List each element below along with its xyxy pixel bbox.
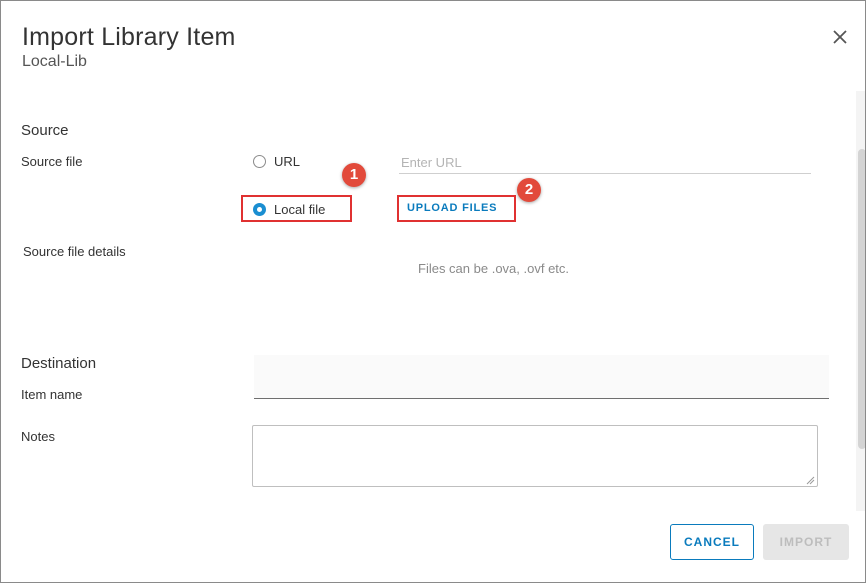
cancel-button[interactable]: CANCEL: [670, 524, 754, 560]
scrollbar-thumb[interactable]: [858, 149, 865, 449]
item-name-input[interactable]: [254, 355, 829, 399]
resize-grip-icon[interactable]: [805, 475, 815, 485]
local-file-radio-label[interactable]: Local file: [274, 202, 325, 217]
url-input[interactable]: [399, 151, 811, 174]
source-section-title: Source: [21, 122, 69, 139]
local-file-radio[interactable]: [253, 203, 266, 216]
close-icon[interactable]: [830, 27, 850, 47]
source-file-details-hint: Files can be .ova, .ovf etc.: [418, 261, 570, 276]
import-button[interactable]: IMPORT: [763, 524, 849, 560]
upload-files-button[interactable]: UPLOAD FILES: [407, 202, 497, 214]
destination-section-title: Destination: [21, 355, 97, 372]
dialog-title: Import Library Item: [22, 23, 236, 51]
source-file-details-label: Source file details: [23, 244, 126, 259]
url-radio[interactable]: [253, 155, 266, 168]
notes-textarea[interactable]: [252, 425, 818, 487]
url-radio-label[interactable]: URL: [274, 154, 300, 169]
step-badge-1: 1: [342, 163, 366, 187]
dialog-subtitle: Local-Lib: [22, 53, 87, 70]
notes-label: Notes: [21, 429, 55, 444]
source-file-label: Source file: [21, 154, 83, 169]
item-name-label: Item name: [21, 387, 83, 402]
step-badge-2: 2: [517, 178, 541, 202]
import-library-item-dialog: Import Library Item Local-Lib Source Sou…: [0, 0, 866, 583]
